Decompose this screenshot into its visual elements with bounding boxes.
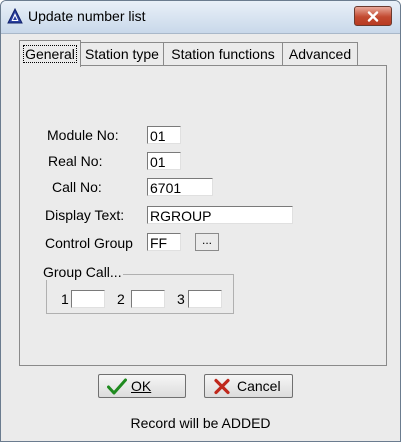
- cancel-button[interactable]: Cancel: [204, 374, 293, 398]
- module-no-field[interactable]: 01: [147, 126, 181, 144]
- real-no-label: Real No:: [48, 153, 103, 169]
- green-check-icon: [107, 378, 127, 398]
- general-panel: Module No: 01 Real No: 01 Call No: 6701 …: [19, 65, 387, 366]
- group-call-1-field[interactable]: [71, 290, 105, 308]
- close-button[interactable]: [354, 6, 392, 26]
- ok-label: OK: [131, 378, 152, 394]
- tab-advanced[interactable]: Advanced: [282, 42, 358, 65]
- status-text: Record will be ADDED: [130, 415, 271, 431]
- control-group-label: Control Group: [45, 235, 133, 251]
- title-bar[interactable]: Update number list: [1, 1, 400, 34]
- call-no-label: Call No:: [52, 179, 102, 195]
- red-x-icon: [213, 378, 231, 398]
- group-call-2-field[interactable]: [131, 290, 165, 308]
- display-text-label: Display Text:: [45, 207, 125, 223]
- control-group-browse-button[interactable]: ...: [195, 233, 219, 251]
- group-call-title: Group Call...: [42, 264, 123, 280]
- window-title: Update number list: [28, 8, 146, 24]
- cancel-label: Cancel: [237, 378, 281, 394]
- display-text-field[interactable]: RGROUP: [147, 206, 293, 224]
- call-no-field[interactable]: 6701: [147, 178, 213, 196]
- group-call-3-field[interactable]: [188, 290, 222, 308]
- ok-button[interactable]: OK: [98, 374, 186, 398]
- app-pyramid-icon: [7, 7, 23, 24]
- module-no-label: Module No:: [47, 127, 119, 143]
- real-no-field[interactable]: 01: [147, 152, 181, 170]
- group-call-3-label: 3: [177, 291, 185, 307]
- close-x-icon: [367, 10, 379, 22]
- dialog-window: Update number list General Station type …: [0, 0, 401, 442]
- group-call-1-label: 1: [61, 291, 69, 307]
- group-call-2-label: 2: [117, 291, 125, 307]
- tab-station-type[interactable]: Station type: [80, 42, 164, 65]
- tab-general[interactable]: General: [19, 40, 81, 67]
- tab-station-functions[interactable]: Station functions: [163, 42, 283, 65]
- control-group-field[interactable]: FF: [147, 233, 181, 251]
